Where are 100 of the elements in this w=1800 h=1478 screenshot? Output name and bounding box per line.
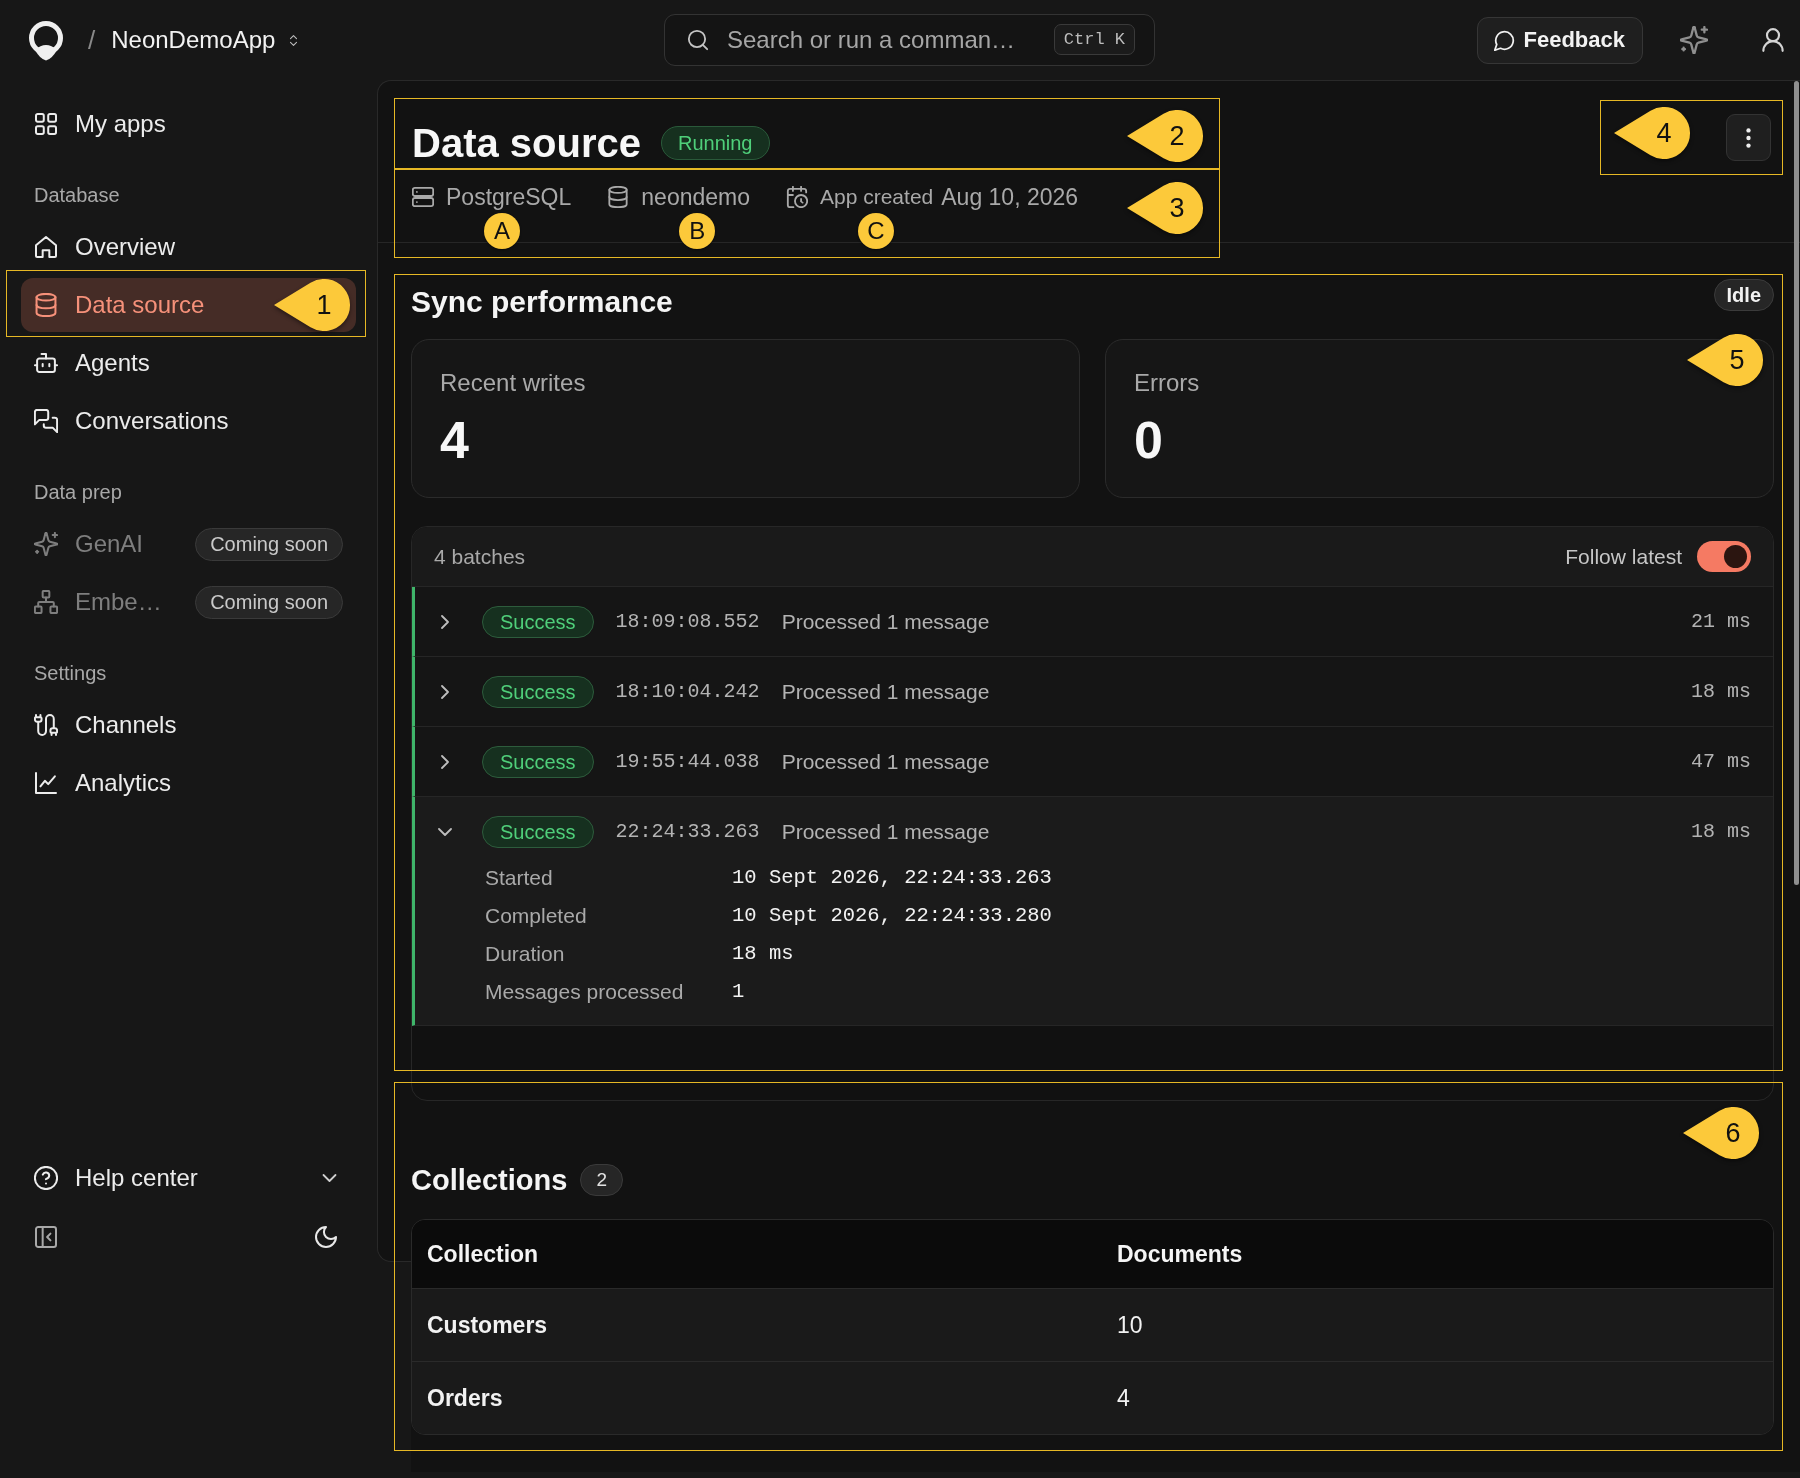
count-badge: 2 (580, 1164, 624, 1196)
sparkles-icon[interactable] (1680, 26, 1708, 54)
callout-marker: 6 (1682, 1106, 1760, 1160)
status-badge: Success (482, 605, 594, 638)
status-badge: Running (661, 126, 770, 160)
batch-duration: 18 ms (1691, 820, 1751, 843)
collection-name: Customers (426, 1311, 548, 1339)
section-heading: Sync performance (411, 284, 673, 320)
letter-marker: B (679, 213, 716, 249)
table-row[interactable]: Orders 4 (412, 1361, 1773, 1434)
help-icon (34, 1166, 58, 1190)
meta-label: App created (820, 185, 934, 209)
detail-value: 10 Sept 2026, 22:24:33.280 (732, 904, 1052, 928)
nav-item[interactable]: Agents (21, 336, 356, 390)
follow-latest-label: Follow latest (1565, 544, 1682, 569)
coming-soon-badge: Coming soon (195, 527, 343, 561)
feedback-button[interactable]: Feedback (1476, 16, 1643, 64)
database-icon (607, 186, 630, 208)
user-icon[interactable] (1760, 27, 1786, 53)
batch-message: Processed 1 message (781, 749, 990, 774)
meta-value: neondemo (641, 183, 750, 211)
stat-value: 0 (1134, 410, 1164, 470)
batch-time: 19:55:44.038 (615, 750, 760, 773)
stat-value: 4 (440, 410, 470, 470)
batch-duration: 21 ms (1691, 610, 1751, 633)
batch-duration: 18 ms (1691, 680, 1751, 703)
help-center-item[interactable]: Help center (21, 1151, 356, 1205)
chevron-right-icon (441, 754, 449, 769)
robot-icon (34, 351, 58, 375)
batch-count: 4 batches (434, 544, 526, 569)
callout-marker: 4 (1613, 106, 1691, 160)
column-header: Documents (1116, 1240, 1243, 1268)
app-name[interactable]: NeonDemoApp (111, 26, 276, 54)
sparkles-icon (34, 532, 58, 556)
calendar-clock-icon (786, 186, 808, 208)
status-badge: Success (482, 745, 594, 778)
detail-label: Messages processed (485, 980, 684, 1004)
batch-time: 22:24:33.263 (615, 820, 760, 843)
batch-row[interactable]: Success 18:09:08.552 Processed 1 message 21 ms (412, 587, 1773, 657)
section-heading: Collections (411, 1163, 568, 1198)
nav-item[interactable]: Overview (21, 220, 356, 274)
detail-value: 1 (732, 980, 745, 1004)
home-icon (34, 235, 58, 259)
nav-item[interactable]: Analytics (21, 756, 356, 810)
sidebar-collapse-icon[interactable] (34, 1225, 58, 1249)
collection-name: Orders (426, 1384, 503, 1412)
batch-message: Processed 1 message (781, 609, 990, 634)
document-count: 4 (1116, 1384, 1130, 1412)
coming-soon-badge: Coming soon (195, 585, 343, 619)
callout-marker: 1 (273, 278, 351, 332)
column-header: Collection (426, 1240, 539, 1268)
stat-label: Recent writes (440, 369, 587, 397)
batch-time: 18:10:04.242 (615, 680, 760, 703)
letter-marker: A (484, 213, 520, 249)
moon-icon[interactable] (314, 1225, 338, 1249)
status-badge: Idle (1713, 279, 1774, 311)
shortcut-key: Ctrl K (1053, 24, 1135, 55)
section-label: Data prep (34, 480, 123, 505)
batch-row[interactable]: Success 18:10:04.242 Processed 1 message 18 ms (412, 657, 1773, 727)
scrollbar-thumb[interactable] (1794, 81, 1799, 885)
cable-icon (34, 713, 58, 737)
chevron-down-icon (438, 827, 452, 836)
letter-marker: C (858, 213, 894, 249)
search-icon (687, 29, 709, 51)
callout-marker: 3 (1126, 181, 1204, 235)
more-vertical-icon (1746, 127, 1751, 148)
chat-bubble-icon (1493, 29, 1515, 51)
batch-duration: 47 ms (1691, 750, 1751, 773)
nav-item[interactable]: Channels (21, 698, 356, 752)
detail-label: Completed (485, 904, 587, 928)
status-badge: Success (482, 815, 594, 848)
grid-icon (34, 112, 58, 136)
detail-value: 18 ms (732, 942, 794, 966)
nav-item[interactable]: My apps (21, 97, 356, 151)
document-count: 10 (1116, 1311, 1143, 1339)
meta-value: Aug 10, 2026 (941, 183, 1079, 211)
section-label: Database (34, 183, 121, 208)
stat-label: Errors (1134, 369, 1201, 397)
chat-bubbles-icon (34, 409, 58, 433)
batch-time: 18:09:08.552 (615, 610, 760, 633)
chevron-right-icon (441, 684, 449, 699)
detail-label: Started (485, 866, 553, 890)
nav-item[interactable]: Conversations (21, 394, 356, 448)
breadcrumb-separator: / (88, 24, 96, 56)
more-options-button[interactable] (1726, 114, 1771, 161)
batch-message: Processed 1 message (781, 819, 990, 844)
callout-marker: 2 (1126, 109, 1204, 163)
batch-row[interactable]: Success 22:24:33.263 Processed 1 message 18 ms Started 10 Sept 2026, 22:24:33.263 Completed 10 Sept 2026, 22:24:33.280 Duration 18 ms Messages processed 1 (412, 797, 1773, 1026)
status-badge: Success (482, 675, 594, 708)
page-title: Data source (412, 120, 641, 166)
server-icon (412, 186, 434, 208)
database-icon (34, 293, 58, 317)
hierarchy-icon (34, 590, 58, 614)
follow-latest-toggle[interactable] (1697, 541, 1751, 572)
line-chart-icon (34, 771, 58, 795)
table-row[interactable]: Customers 10 (412, 1288, 1773, 1361)
chevron-right-icon (441, 614, 449, 629)
meta-value: PostgreSQL (446, 183, 572, 211)
batch-row[interactable]: Success 19:55:44.038 Processed 1 message 47 ms (412, 727, 1773, 797)
detail-value: 10 Sept 2026, 22:24:33.263 (732, 866, 1052, 890)
